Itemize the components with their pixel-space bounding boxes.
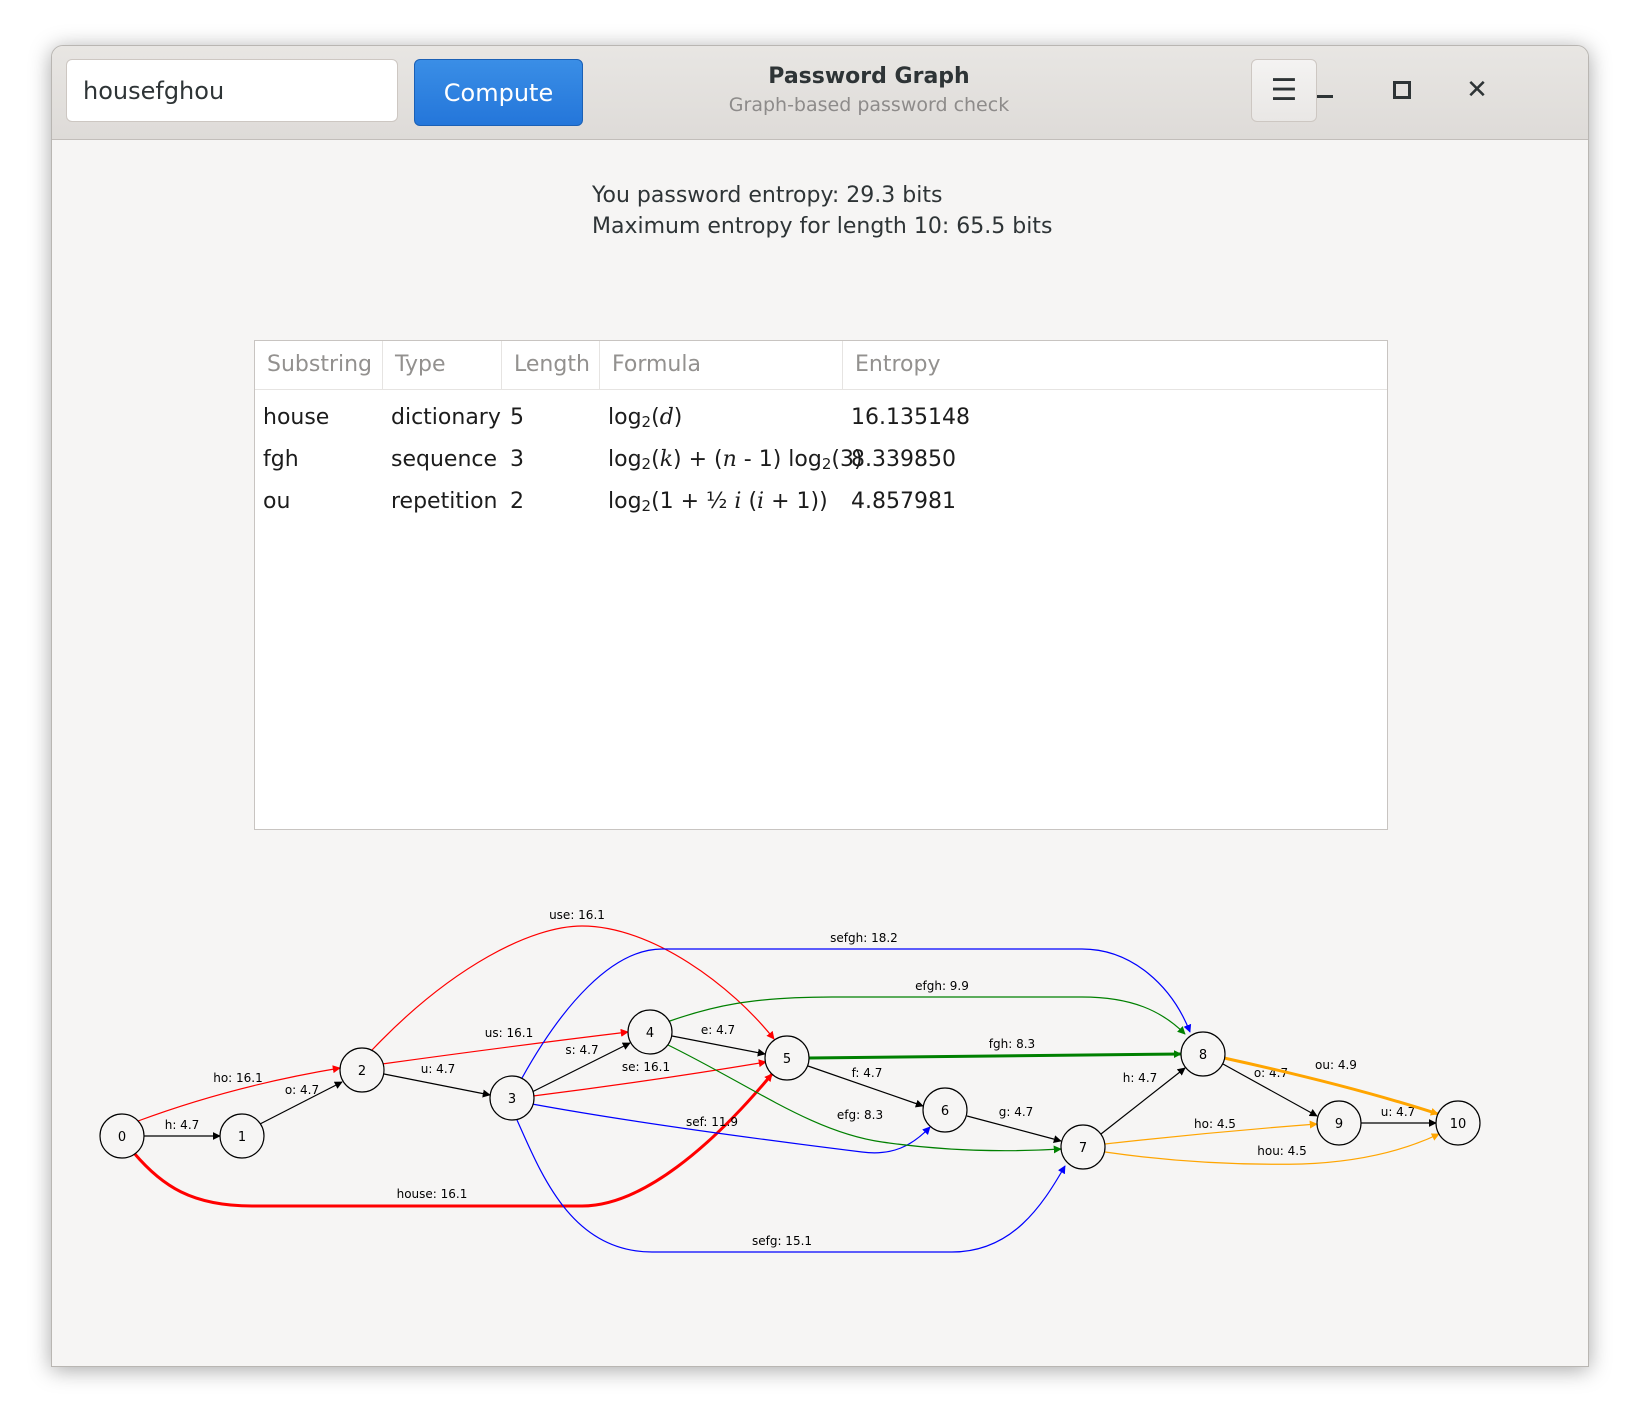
graph-node-label: 6 [941, 1104, 949, 1119]
graph-edge [966, 1115, 1062, 1144]
graph-node-label: 8 [1199, 1048, 1207, 1063]
graph-edge-label: h: 4.7 [165, 1118, 200, 1132]
graph-edge-label: sefg: 15.1 [752, 1234, 812, 1248]
graph-edge-label: f: 4.7 [852, 1066, 883, 1080]
graph-node-label: 10 [1450, 1117, 1467, 1132]
graph-node-label: 4 [646, 1026, 654, 1041]
graph-edge-label: house: 16.1 [397, 1187, 468, 1201]
graph-edge-label: ou: 4.9 [1315, 1058, 1357, 1072]
app-window: Compute Password Graph Graph-based passw… [51, 45, 1589, 1367]
graph-edge-label: efgh: 9.9 [915, 979, 969, 993]
graph-edge-label: u: 4.7 [421, 1062, 456, 1076]
graph-edge [516, 1119, 1066, 1253]
graph-edge-label: sef: 11.9 [686, 1115, 738, 1129]
graph-edge-label: g: 4.7 [999, 1105, 1034, 1119]
graph-edge-label: use: 16.1 [549, 908, 605, 922]
graph-edge-label: se: 16.1 [622, 1060, 670, 1074]
graph-node-label: 9 [1335, 1117, 1343, 1132]
graph-edge-label: s: 4.7 [565, 1043, 598, 1057]
graph-edge [666, 996, 1186, 1035]
graph-node-label: 2 [358, 1064, 366, 1079]
graph-edge-label: o: 4.7 [285, 1083, 319, 1097]
graph-edge-label: e: 4.7 [701, 1023, 735, 1037]
graph-edge-label: efg: 8.3 [837, 1108, 883, 1122]
graph-edge-label: hou: 4.5 [1257, 1144, 1307, 1158]
graph-node-label: 3 [508, 1092, 516, 1107]
graph-node-label: 5 [783, 1052, 791, 1067]
graph-edge-label: ho: 16.1 [213, 1071, 263, 1085]
graph-edge-label: fgh: 8.3 [989, 1037, 1035, 1051]
graph-edge-label: u: 4.7 [1381, 1105, 1416, 1119]
graph-edge [383, 1073, 491, 1098]
graph-edge-label: sefgh: 18.2 [830, 931, 898, 945]
graph-edge-label: us: 16.1 [485, 1026, 533, 1040]
password-graph: h: 4.7 o: 4.7 u: 4.7 s: 4.7 e: 4.7 f: 4.7 g: 4… [99, 908, 1481, 1253]
graph-node-label: 7 [1079, 1141, 1087, 1156]
graph-edge-label: ho: 4.5 [1194, 1117, 1236, 1131]
graph-edge-label: h: 4.7 [1123, 1071, 1158, 1085]
graph-node-label: 0 [118, 1130, 126, 1145]
graph-node-label: 1 [238, 1130, 246, 1145]
graph-edge [808, 1050, 1182, 1060]
graph-edge [671, 1035, 766, 1057]
